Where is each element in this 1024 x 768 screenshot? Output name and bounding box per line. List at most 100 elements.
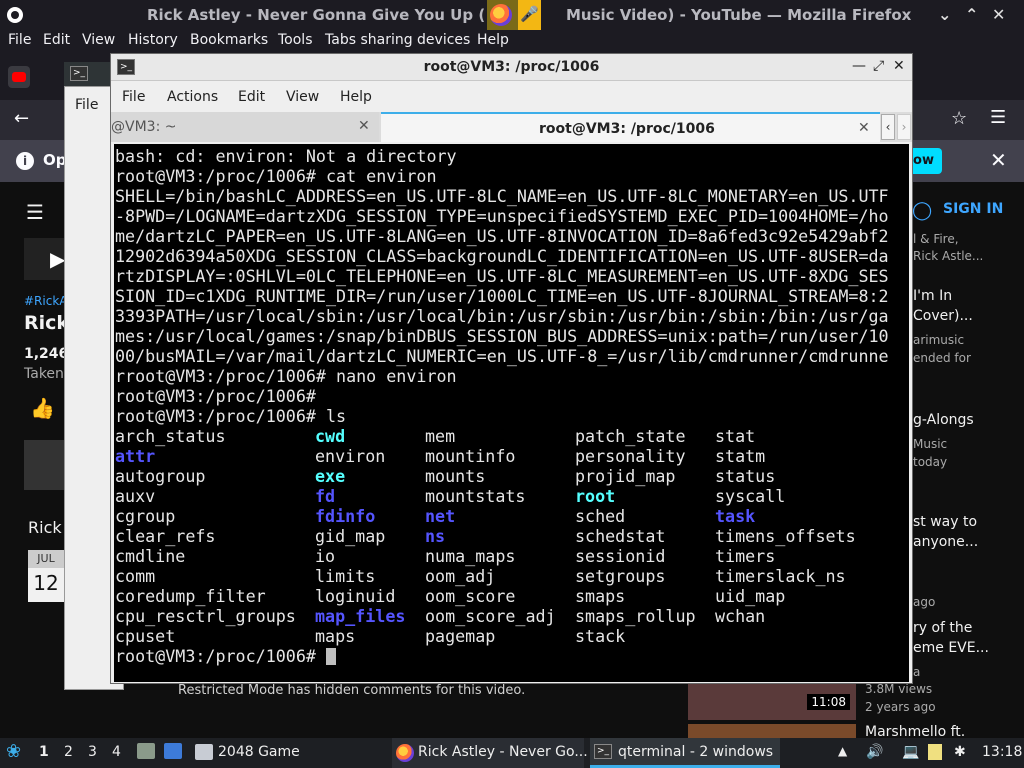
file-manager-icon[interactable] bbox=[164, 743, 182, 759]
channel-avatar[interactable] bbox=[24, 440, 64, 490]
workspace-2[interactable]: 2 bbox=[64, 744, 73, 760]
term-menu-actions[interactable]: Actions bbox=[167, 89, 218, 105]
hashtag-link[interactable]: #RickA bbox=[24, 294, 67, 308]
date-day: 12 bbox=[33, 571, 59, 595]
close-tab-icon[interactable]: ✕ bbox=[358, 118, 370, 134]
firefox-icon bbox=[396, 744, 414, 762]
menu-bookmarks[interactable]: Bookmarks bbox=[190, 32, 268, 48]
tab-home[interactable]: @VM3: ~ ✕ bbox=[111, 112, 379, 142]
youtube-tab-icon[interactable] bbox=[8, 66, 30, 88]
close-window-button[interactable]: ✕ bbox=[992, 5, 1005, 24]
tab-label: root@VM3: /proc/1006 bbox=[539, 121, 715, 137]
close-window-button[interactable]: ✕ bbox=[893, 58, 905, 74]
task-label: qterminal - 2 windows bbox=[618, 744, 774, 760]
task-qterminal[interactable]: >_ qterminal - 2 windows bbox=[590, 738, 780, 768]
close-tab-icon[interactable]: ✕ bbox=[858, 120, 870, 136]
tab-scroll-right-icon[interactable]: › bbox=[897, 114, 911, 140]
rec-5-thumbnail[interactable]: 11:08 bbox=[688, 684, 856, 720]
ls-entry: timens_offsets bbox=[715, 526, 856, 546]
info-icon: i bbox=[16, 152, 34, 170]
workspace-1[interactable]: 1 bbox=[39, 744, 49, 760]
close-icon[interactable]: ✕ bbox=[990, 148, 1007, 172]
term-menu-view[interactable]: View bbox=[286, 89, 319, 105]
menu-history[interactable]: History bbox=[128, 32, 178, 48]
menu-icon[interactable]: ☰ bbox=[990, 107, 1006, 128]
rec-1-line2: Rick Astle... bbox=[913, 249, 984, 263]
terminal-line: me/dartzLC_PAPER=en_US.UTF-8LANG=en_US.U… bbox=[115, 226, 889, 246]
minimize-button[interactable]: — bbox=[852, 58, 866, 74]
rec-5-title1[interactable]: ry of the bbox=[913, 620, 972, 636]
workspace-3[interactable]: 3 bbox=[88, 744, 97, 760]
maximize-button[interactable]: ⌃ bbox=[965, 5, 978, 24]
taken-text: Taken bbox=[24, 366, 64, 382]
terminal-titlebar[interactable]: >_ root@VM3: /proc/1006 — ⤢ ✕ bbox=[111, 54, 912, 81]
clipboard-icon[interactable] bbox=[928, 744, 942, 760]
ls-entry: timers bbox=[715, 546, 776, 566]
show-desktop-icon[interactable] bbox=[137, 743, 155, 759]
menu-help[interactable]: Help bbox=[477, 32, 509, 48]
task-2048-game[interactable]: 2048 Game bbox=[191, 738, 381, 768]
workspace-4[interactable]: 4 bbox=[112, 744, 121, 760]
terminal-line: root@VM3:/proc/1006# ls bbox=[115, 406, 347, 426]
terminal-tabbar: @VM3: ~ ✕ root@VM3: /proc/1006 ✕ ‹ › bbox=[111, 112, 912, 142]
rick-label: Rick bbox=[28, 518, 62, 537]
clock[interactable]: 13:18 bbox=[982, 744, 1022, 760]
terminal-output[interactable]: bash: cd: environ: Not a directory root@V… bbox=[114, 144, 909, 682]
task-firefox[interactable]: Rick Astley - Never Go... bbox=[392, 738, 588, 768]
ls-entry: mountstats bbox=[425, 486, 526, 506]
app-launcher-icon[interactable]: ❀ bbox=[6, 741, 21, 762]
volume-icon[interactable]: 🔊 bbox=[866, 744, 883, 760]
rec-4-title2[interactable]: anyone... bbox=[913, 534, 978, 550]
bluetooth-icon[interactable]: ✱ bbox=[954, 744, 966, 760]
rec-4-title1[interactable]: st way to bbox=[913, 514, 977, 530]
rec-5-title2[interactable]: eme EVE... bbox=[913, 640, 989, 656]
hamburger-icon[interactable]: ☰ bbox=[26, 200, 44, 224]
maximize-button[interactable]: ⤢ bbox=[873, 58, 884, 74]
rec-3-channel: Music bbox=[913, 437, 948, 451]
tab-proc[interactable]: root@VM3: /proc/1006 ✕ bbox=[381, 112, 880, 142]
terminal-line: 12902d6394a50XDG_SESSION_CLASS=backgroun… bbox=[115, 246, 889, 266]
rec-5-age: 2 years ago bbox=[865, 700, 936, 714]
menu-tabs-sharing[interactable]: Tabs sharing devices bbox=[325, 32, 470, 48]
back-window-menu-file[interactable]: File bbox=[75, 97, 98, 113]
tab-scroll-left-icon[interactable]: ‹ bbox=[881, 114, 895, 140]
tray-expand-icon[interactable]: ▲ bbox=[838, 744, 847, 758]
ls-entry: task bbox=[715, 506, 756, 526]
ls-entry: attr bbox=[115, 446, 156, 466]
back-icon[interactable]: ← bbox=[14, 108, 29, 129]
term-menu-edit[interactable]: Edit bbox=[238, 89, 265, 105]
menu-file[interactable]: File bbox=[8, 32, 31, 48]
bookmark-star-icon[interactable]: ☆ bbox=[951, 108, 967, 129]
ls-entry: ns bbox=[425, 526, 446, 546]
ls-entry: oom_score bbox=[425, 586, 516, 606]
ls-entry: setgroups bbox=[575, 566, 666, 586]
firefox-icon bbox=[490, 4, 512, 26]
rec-2-title2[interactable]: Cover)... bbox=[913, 308, 973, 324]
like-icon[interactable]: 👍 bbox=[30, 396, 55, 420]
rec-3-title[interactable]: g-Alongs bbox=[913, 412, 974, 428]
terminal-prompt[interactable]: root@VM3:/proc/1006# bbox=[115, 646, 909, 666]
menu-view[interactable]: View bbox=[82, 32, 115, 48]
ls-entry: wchan bbox=[715, 606, 766, 626]
rec-2-title1[interactable]: I'm In bbox=[913, 288, 952, 304]
menu-tools[interactable]: Tools bbox=[278, 32, 313, 48]
terminal-line: 3393PATH=/usr/local/sbin:/usr/local/bin:… bbox=[115, 306, 889, 326]
ls-entry: gid_map bbox=[315, 526, 386, 546]
minimize-button[interactable]: ⌄ bbox=[938, 5, 951, 24]
rec-4-meta: ago bbox=[913, 595, 936, 609]
ls-entry: clear_refs bbox=[115, 526, 216, 546]
ls-entry: personality bbox=[575, 446, 686, 466]
firefox-icon bbox=[7, 7, 23, 23]
rec-6-thumbnail[interactable] bbox=[688, 724, 856, 738]
term-menu-file[interactable]: File bbox=[122, 89, 145, 105]
menu-edit[interactable]: Edit bbox=[43, 32, 70, 48]
rec-6-title[interactable]: Marshmello ft. bbox=[865, 724, 965, 738]
sign-in-button[interactable]: ◯ SIGN IN bbox=[908, 196, 1012, 226]
firefox-titlebar: Rick Astley - Never Gonna Give You Up ( … bbox=[0, 0, 1024, 30]
video-thumbnail[interactable]: ▶ bbox=[24, 238, 65, 280]
ls-entry: autogroup bbox=[115, 466, 206, 486]
ls-entry: syscall bbox=[715, 486, 786, 506]
network-icon[interactable]: 💻 bbox=[902, 744, 919, 760]
sharing-indicator[interactable]: 🎤 bbox=[487, 0, 541, 30]
term-menu-help[interactable]: Help bbox=[340, 89, 372, 105]
